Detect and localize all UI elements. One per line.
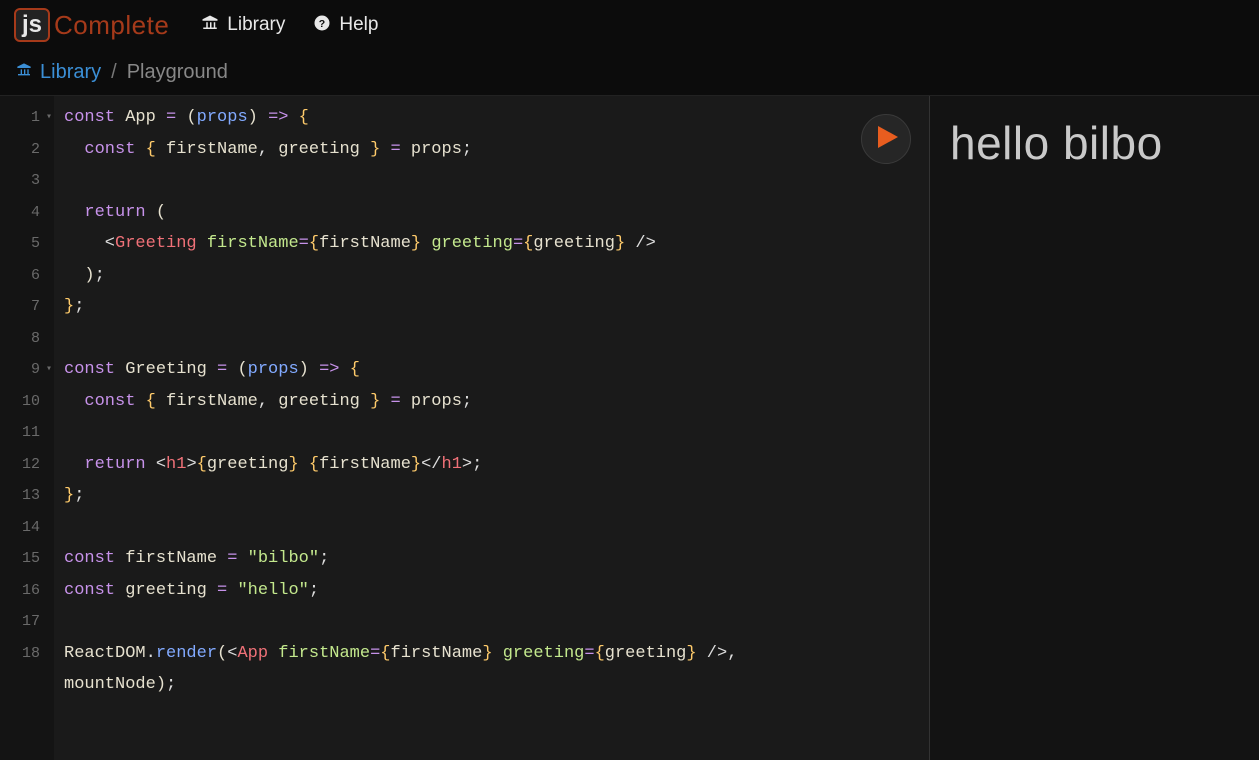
nav-help-label: Help <box>339 14 378 36</box>
line-number: 16 <box>0 575 54 607</box>
line-number: 5 <box>0 228 54 260</box>
line-number: 9 <box>0 354 54 386</box>
line-number: 7 <box>0 291 54 323</box>
code-line[interactable]: mountNode); <box>64 669 919 701</box>
line-number: 1 <box>0 102 54 134</box>
line-number: 11 <box>0 417 54 449</box>
brand-box: js <box>14 8 50 42</box>
top-nav: js Complete Library ? Help <box>0 0 1259 50</box>
help-icon: ? <box>313 14 331 37</box>
nav-help[interactable]: ? Help <box>313 14 378 37</box>
line-number: 14 <box>0 512 54 544</box>
output-heading: hello bilbo <box>950 116 1239 170</box>
svg-text:?: ? <box>319 17 325 29</box>
library-icon <box>16 62 32 83</box>
code-line[interactable]: ReactDOM.render(<App firstName={firstNam… <box>64 638 919 670</box>
code-line[interactable]: const Greeting = (props) => { <box>64 354 919 386</box>
code-line[interactable] <box>64 512 919 544</box>
line-number: 3 <box>0 165 54 197</box>
code-line[interactable] <box>64 417 919 449</box>
code-line[interactable] <box>64 165 919 197</box>
code-line[interactable]: const firstName = "bilbo"; <box>64 543 919 575</box>
editor-pane: 123456789101112131415161718 const App = … <box>0 96 930 760</box>
line-number: 12 <box>0 449 54 481</box>
line-number: 15 <box>0 543 54 575</box>
breadcrumb-separator: / <box>111 61 117 84</box>
breadcrumb-current: Playground <box>127 61 228 84</box>
play-icon <box>874 126 898 153</box>
brand-logo[interactable]: js Complete <box>14 8 169 42</box>
line-number: 18 <box>0 638 54 670</box>
code-line[interactable]: }; <box>64 480 919 512</box>
line-number: 17 <box>0 606 54 638</box>
code-line[interactable] <box>64 606 919 638</box>
code-line[interactable]: const { firstName, greeting } = props; <box>64 134 919 166</box>
brand-text: Complete <box>54 10 169 41</box>
code-line[interactable]: return ( <box>64 197 919 229</box>
line-number-gutter: 123456789101112131415161718 <box>0 96 54 760</box>
code-line[interactable]: return <h1>{greeting} {firstName}</h1>; <box>64 449 919 481</box>
nav-library[interactable]: Library <box>201 14 285 37</box>
line-number: 13 <box>0 480 54 512</box>
code-line[interactable]: }; <box>64 291 919 323</box>
line-number: 6 <box>0 260 54 292</box>
code-line[interactable]: const { firstName, greeting } = props; <box>64 386 919 418</box>
code-line[interactable] <box>64 323 919 355</box>
breadcrumb-library-link[interactable]: Library <box>40 61 101 84</box>
output-pane: hello bilbo <box>930 96 1259 760</box>
line-number: 2 <box>0 134 54 166</box>
code-line[interactable]: const App = (props) => { <box>64 102 919 134</box>
code-line[interactable]: <Greeting firstName={firstName} greeting… <box>64 228 919 260</box>
nav-library-label: Library <box>227 14 285 36</box>
line-number: 8 <box>0 323 54 355</box>
run-button[interactable] <box>861 114 911 164</box>
line-number: 10 <box>0 386 54 418</box>
code-line[interactable]: ); <box>64 260 919 292</box>
code-editor[interactable]: const App = (props) => { const { firstNa… <box>54 96 929 760</box>
library-icon <box>201 14 219 37</box>
code-line[interactable]: const greeting = "hello"; <box>64 575 919 607</box>
main-area: 123456789101112131415161718 const App = … <box>0 96 1259 760</box>
line-number: 4 <box>0 197 54 229</box>
breadcrumb: Library / Playground <box>0 50 1259 96</box>
